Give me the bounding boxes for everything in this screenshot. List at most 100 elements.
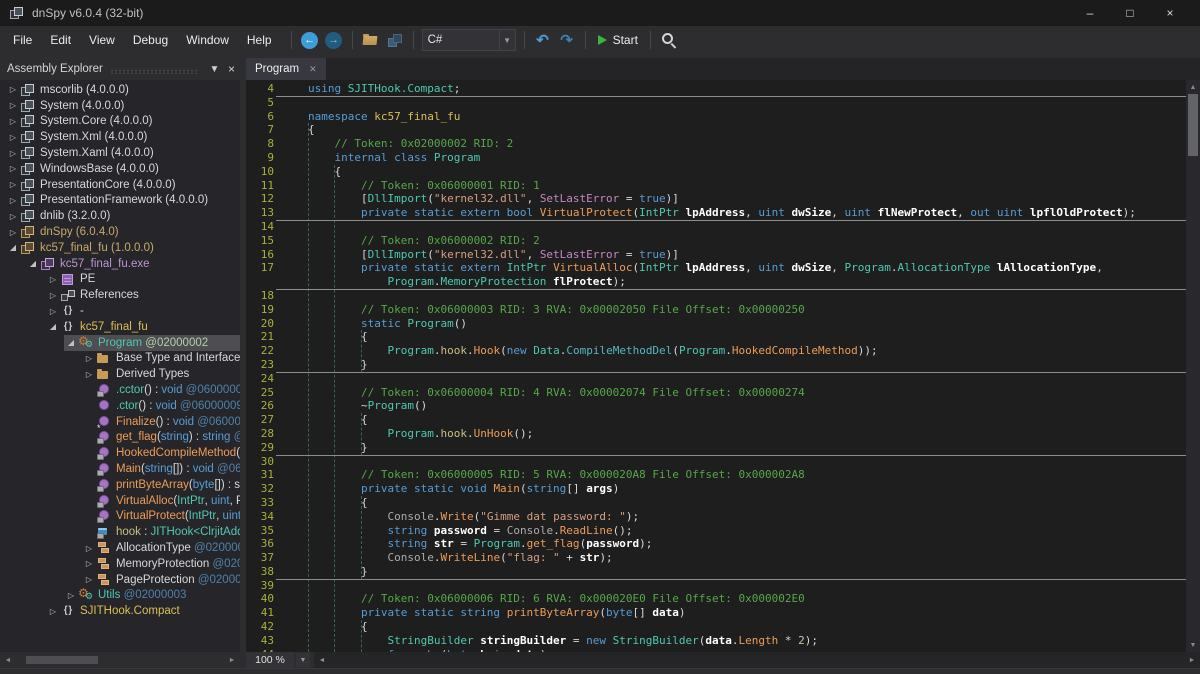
expander-icon[interactable]: ▷ — [82, 559, 96, 568]
scroll-down-icon[interactable]: ▼ — [1186, 638, 1200, 652]
scroll-up-icon[interactable]: ▲ — [1186, 80, 1200, 94]
menu-help[interactable]: Help — [238, 29, 281, 51]
expander-icon[interactable]: ▷ — [82, 354, 96, 363]
expander-icon[interactable]: ▷ — [46, 607, 60, 616]
explorer-horizontal-scrollbar[interactable]: ◄ ► — [0, 652, 240, 668]
tree-item-system-xml[interactable]: ▷System.Xml (4.0.0.0) — [0, 129, 240, 145]
tree-item-pageprotection[interactable]: ▷PageProtection @020000 — [0, 572, 240, 588]
redo-button[interactable]: ↷ — [556, 29, 578, 51]
tree-item-program[interactable]: ◢Program @02000002 — [0, 335, 240, 351]
tree-item-hook[interactable]: hook : JITHook<ClrjitAdd — [0, 524, 240, 540]
tree-item-presentationcore[interactable]: ▷PresentationCore (4.0.0.0) — [0, 177, 240, 193]
tree-item-hookedcompilemethod[interactable]: HookedCompileMethod( — [0, 445, 240, 461]
tree-item-dnlib[interactable]: ▷dnlib (3.2.0.0) — [0, 208, 240, 224]
play-icon — [598, 35, 607, 45]
menu-debug[interactable]: Debug — [124, 29, 177, 51]
save-all-button[interactable] — [384, 29, 406, 51]
tree-item-allocationtype[interactable]: ▷AllocationType @0200000 — [0, 540, 240, 556]
minimize-button[interactable]: – — [1070, 6, 1110, 20]
search-button[interactable] — [658, 29, 680, 51]
expander-icon[interactable]: ▷ — [6, 133, 20, 142]
expander-icon[interactable]: ▷ — [82, 575, 96, 584]
tree-item-derived-types[interactable]: ▷Derived Types — [0, 366, 240, 382]
expander-icon[interactable]: ▷ — [6, 164, 20, 173]
expander-icon[interactable]: ▷ — [64, 591, 78, 600]
expander-icon[interactable]: ▷ — [46, 307, 60, 316]
tree-item-system[interactable]: ▷System (4.0.0.0) — [0, 98, 240, 114]
explorer-scrollbar-thumb[interactable] — [26, 656, 98, 664]
expander-icon[interactable]: ◢ — [64, 338, 78, 347]
scroll-right-icon[interactable]: ► — [1184, 657, 1200, 664]
tree-item-references[interactable]: ▷References — [0, 287, 240, 303]
expander-icon[interactable]: ▷ — [6, 228, 20, 237]
tree-item-dnspy[interactable]: ▷dnSpy (6.0.4.0) — [0, 224, 240, 240]
zoom-dropdown-button[interactable]: ▼ — [296, 653, 310, 667]
tree-item-kc57-final-fu[interactable]: ◢kc57_final_fu (1.0.0.0) — [0, 240, 240, 256]
zoom-level[interactable]: 100 % — [246, 652, 294, 668]
menu-file[interactable]: File — [4, 29, 41, 51]
close-button[interactable]: × — [1150, 6, 1190, 20]
line-number: 20 — [246, 317, 308, 331]
scroll-left-icon[interactable]: ◄ — [0, 657, 16, 664]
code-editor[interactable]: 4using SJITHook.Compact;56namespace kc57… — [246, 80, 1186, 652]
tree-item-namespace-dash[interactable]: ▷- — [0, 303, 240, 319]
scroll-left-icon[interactable]: ◄ — [314, 657, 330, 664]
expander-icon[interactable]: ▷ — [46, 291, 60, 300]
tree-item-utils[interactable]: ▷Utils @02000003 — [0, 588, 240, 604]
expander-icon[interactable]: ▷ — [6, 101, 20, 110]
tree-item-ctor[interactable]: .ctor() : void @06000009 — [0, 398, 240, 414]
undo-button[interactable]: ↶ — [532, 29, 554, 51]
expander-icon[interactable]: ▷ — [6, 149, 20, 158]
tree-item-pe[interactable]: ▷PE — [0, 272, 240, 288]
tree-item-windowsbase[interactable]: ▷WindowsBase (4.0.0.0) — [0, 161, 240, 177]
maximize-button[interactable]: □ — [1110, 6, 1150, 20]
vertical-scrollbar-thumb[interactable] — [1188, 94, 1198, 156]
expander-icon[interactable]: ▷ — [6, 196, 20, 205]
expander-icon[interactable]: ◢ — [26, 259, 40, 268]
tree-item-finalize[interactable]: Finalize() : void @0600000 — [0, 414, 240, 430]
code-line-20: 20 static Program() — [246, 317, 1186, 331]
tree-item-system-core[interactable]: ▷System.Core (4.0.0.0) — [0, 114, 240, 130]
menu-window[interactable]: Window — [177, 29, 238, 51]
expander-icon[interactable]: ▷ — [6, 212, 20, 221]
menu-view[interactable]: View — [80, 29, 124, 51]
expander-icon[interactable]: ▷ — [6, 180, 20, 189]
open-file-button[interactable] — [360, 29, 382, 51]
expander-icon[interactable]: ▷ — [82, 544, 96, 553]
tab-program[interactable]: Program ✕ — [246, 58, 326, 80]
tree-item-base-type-and-interfaces[interactable]: ▷Base Type and Interfaces — [0, 351, 240, 367]
panel-close-button[interactable]: × — [223, 62, 240, 76]
scroll-right-icon[interactable]: ► — [224, 657, 240, 664]
horizontal-scrollbar[interactable]: ◄ ► — [314, 652, 1200, 668]
tree-item-main[interactable]: Main(string[]) : void @060 — [0, 461, 240, 477]
expander-icon[interactable]: ◢ — [6, 243, 20, 252]
line-number: 40 — [246, 592, 308, 606]
tree-item-memoryprotection[interactable]: ▷MemoryProtection @020 — [0, 556, 240, 572]
tree-item-system-xaml[interactable]: ▷System.Xaml (4.0.0.0) — [0, 145, 240, 161]
expander-icon[interactable]: ▷ — [6, 85, 20, 94]
expander-icon[interactable]: ▷ — [6, 117, 20, 126]
line-number: 36 — [246, 537, 308, 551]
tree-item-namespace-kc57-final-fu[interactable]: ◢kc57_final_fu — [0, 319, 240, 335]
expander-icon[interactable]: ▷ — [82, 370, 96, 379]
tree-item-presentationframework[interactable]: ▷PresentationFramework (4.0.0.0) — [0, 193, 240, 209]
language-select[interactable]: C# ▼ — [422, 29, 516, 51]
tab-close-icon[interactable]: ✕ — [309, 64, 317, 75]
start-debug-button[interactable]: Start — [592, 33, 644, 47]
tree-item-get-flag[interactable]: get_flag(string) : string @ — [0, 430, 240, 446]
tree-item-virtualprotect[interactable]: VirtualProtect(IntPtr, uint, — [0, 509, 240, 525]
tree-item-sjithook-compact[interactable]: ▷SJITHook.Compact — [0, 603, 240, 619]
expander-icon[interactable]: ◢ — [46, 322, 60, 331]
panel-menu-button[interactable]: ▼ — [206, 64, 223, 75]
navigate-forward-button[interactable]: → — [323, 29, 345, 51]
vertical-scrollbar[interactable]: ▲ ▼ — [1186, 80, 1200, 652]
expander-icon[interactable]: ▷ — [46, 275, 60, 284]
tree-item-virtualalloc[interactable]: VirtualAlloc(IntPtr, uint, P — [0, 493, 240, 509]
tree-item-printbytearray[interactable]: printByteArray(byte[]) : st — [0, 477, 240, 493]
tree-item-mscorlib[interactable]: ▷mscorlib (4.0.0.0) — [0, 82, 240, 98]
menu-edit[interactable]: Edit — [41, 29, 80, 51]
navigate-back-button[interactable]: ← — [299, 29, 321, 51]
chevron-down-icon[interactable]: ▼ — [499, 30, 515, 50]
tree-item-kc57-final-fu-exe[interactable]: ◢kc57_final_fu.exe — [0, 256, 240, 272]
tree-item-cctor[interactable]: .cctor() : void @06000003 — [0, 382, 240, 398]
